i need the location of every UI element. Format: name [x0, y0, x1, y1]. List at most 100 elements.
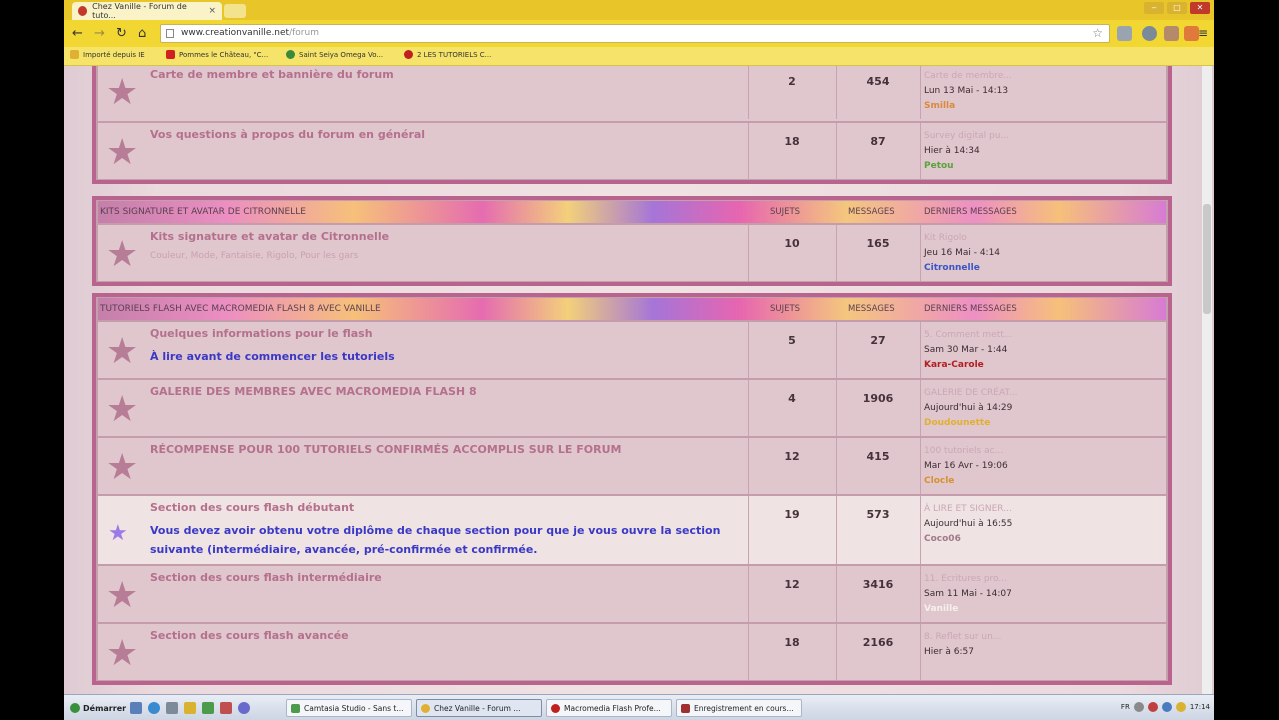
category-title[interactable]: KITS SIGNATURE ET AVATAR DE CITRONNELLE — [100, 207, 306, 217]
forum-row[interactable]: ★ Quelques informations pour le flash À … — [98, 320, 1166, 378]
last-post: Kit Rigolo Jeu 16 Mai - 4:14 Citronnelle — [924, 231, 1000, 276]
quick-launch-icon[interactable] — [238, 702, 250, 714]
close-icon[interactable]: × — [208, 6, 216, 16]
start-button[interactable]: Démarrer — [66, 699, 130, 717]
reload-icon[interactable]: ↻ — [116, 26, 127, 41]
last-post-title[interactable]: 100 tutoriels ac... — [924, 444, 1008, 459]
post-count: 454 — [866, 75, 890, 88]
new-tab-button[interactable] — [224, 4, 246, 18]
topic-count: 18 — [784, 135, 800, 148]
last-post: À LIRE ET SIGNER... Aujourd'hui à 16:55 … — [924, 502, 1012, 547]
forum-row[interactable]: ★ Galerie des membres avec Macromedia Fl… — [98, 378, 1166, 436]
quick-launch-icon[interactable] — [130, 702, 142, 714]
forum-title[interactable]: Quelques informations pour le flash — [150, 327, 373, 340]
taskbar-task[interactable]: Macromedia Flash Profe... — [546, 699, 672, 717]
last-post-title[interactable]: 11. Ecritures pro... — [924, 572, 1012, 587]
chrome-icon — [421, 703, 430, 713]
forum-category: ★ Carte de membre et bannière du forum 2… — [92, 66, 1172, 184]
forum-row[interactable]: ★ Section des cours flash intermédiaire … — [98, 564, 1166, 622]
last-post-user[interactable]: Smilla — [924, 99, 1012, 114]
window-close-icon[interactable]: ✕ — [1190, 2, 1210, 14]
forum-row[interactable]: ★ Carte de membre et bannière du forum 2… — [98, 66, 1166, 121]
last-post-user[interactable]: Citronnelle — [924, 261, 1000, 276]
last-post-user[interactable]: Vanille — [924, 602, 1012, 617]
tray-icon[interactable] — [1147, 702, 1158, 712]
address-bar[interactable]: www.creationvanille.net/forum ☆ — [160, 24, 1110, 43]
category-title[interactable]: TUTORIELS FLASH AVEC MACROMEDIA FLASH 8 … — [100, 304, 381, 314]
quick-launch-icon[interactable] — [166, 702, 178, 714]
extension-icon[interactable] — [1117, 26, 1132, 41]
last-post-date: Sam 11 Mai - 14:07 — [924, 589, 1012, 599]
column-last-posts: Derniers Messages — [924, 304, 1017, 314]
forward-icon[interactable]: → — [94, 26, 105, 41]
forum-title[interactable]: Section des cours flash intermédiaire — [150, 571, 382, 584]
bookmark-star-icon[interactable]: ☆ — [1092, 25, 1103, 42]
forum-star-icon: ★ — [106, 389, 139, 430]
subforum-links[interactable]: Couleur, Mode, Fantaisie, Rigolo, Pour l… — [150, 251, 358, 261]
taskbar-task[interactable]: Camtasia Studio - Sans t... — [286, 699, 412, 717]
last-post-user[interactable]: Coco06 — [924, 532, 1012, 547]
taskbar-task[interactable]: Chez Vanille - Forum ... — [416, 699, 542, 717]
maximize-icon[interactable]: □ — [1167, 2, 1187, 14]
browser-tab[interactable]: Chez Vanille - Forum de tuto... × — [72, 2, 222, 20]
scrollbar-thumb[interactable] — [1203, 204, 1211, 314]
page-scrollbar[interactable] — [1202, 66, 1212, 694]
last-post-title[interactable]: Survey digital pu... — [924, 129, 1009, 144]
last-post-title[interactable]: 8. Reflet sur un... — [924, 630, 1001, 645]
last-post-user[interactable]: Clocle — [924, 474, 1008, 489]
forum-star-icon: ★ — [106, 331, 139, 372]
extension-icon[interactable] — [1184, 26, 1199, 41]
forum-row[interactable]: ★ Kits signature et avatar de Citronnell… — [98, 223, 1166, 281]
forum-row[interactable]: ★ Section des cours flash avancée 18 216… — [98, 622, 1166, 680]
forum-page: ★ Carte de membre et bannière du forum 2… — [64, 66, 1214, 694]
column-last-posts: Derniers Messages — [924, 207, 1017, 217]
quick-launch-icon[interactable] — [202, 702, 214, 714]
extension-icon[interactable] — [1142, 26, 1157, 41]
forum-title[interactable]: Galerie des membres avec Macromedia Flas… — [150, 385, 477, 398]
browser-toolbar: ← → ↻ ⌂ www.creationvanille.net/forum ☆ … — [64, 20, 1214, 47]
last-post-user[interactable]: Doudounette — [924, 416, 1017, 431]
forum-title[interactable]: Vos questions à propos du forum en génér… — [150, 128, 425, 141]
tray-icon[interactable] — [1133, 702, 1144, 712]
taskbar-task[interactable]: Enregistrement en cours... — [676, 699, 802, 717]
screen: Chez Vanille - Forum de tuto... × ‒ □ ✕ … — [64, 0, 1214, 720]
forum-title[interactable]: Section des cours flash débutant — [150, 501, 354, 514]
post-count: 415 — [866, 450, 890, 463]
extension-icon[interactable] — [1164, 26, 1179, 41]
bookmark-item[interactable]: Saint Seiya Omega Vo... — [286, 50, 383, 59]
forum-row[interactable]: ★ Vos questions à propos du forum en gén… — [98, 121, 1166, 179]
last-post: 5. Comment mett... Sam 30 Mar - 1:44 Kar… — [924, 328, 1012, 373]
back-icon[interactable]: ← — [72, 26, 83, 41]
menu-icon[interactable]: ≡ — [1198, 26, 1208, 41]
last-post-user[interactable]: Kara-Carole — [924, 358, 1012, 373]
quick-launch-icon[interactable] — [184, 702, 196, 714]
minimize-icon[interactable]: ‒ — [1144, 2, 1164, 14]
bookmark-item[interactable]: 2 LES TUTORIELS C... — [404, 50, 491, 59]
window-controls: ‒ □ ✕ — [1144, 2, 1210, 14]
home-icon[interactable]: ⌂ — [138, 26, 146, 41]
last-post-title[interactable]: 5. Comment mett... — [924, 328, 1012, 343]
quick-launch-icon[interactable] — [148, 702, 160, 714]
bookmark-item[interactable]: Pommes le Château, "C... — [166, 50, 268, 59]
camtasia-icon — [291, 703, 300, 713]
last-post-title[interactable]: GALERIE DE CRÉAT... — [924, 386, 1017, 401]
forum-title[interactable]: Section des cours flash avancée — [150, 629, 349, 642]
tray-icon[interactable] — [1161, 702, 1172, 712]
forum-title[interactable]: Récompense pour 100 tutoriels confirmés … — [150, 443, 621, 456]
forum-row[interactable]: ★ Section des cours flash débutant Vous … — [98, 494, 1166, 564]
forum-title[interactable]: Kits signature et avatar de Citronnelle — [150, 230, 389, 243]
last-post-title[interactable]: Carte de membre... — [924, 69, 1012, 84]
tray-icon[interactable] — [1175, 702, 1186, 712]
quick-launch-icon[interactable] — [220, 702, 232, 714]
language-indicator[interactable]: FR — [1121, 703, 1130, 711]
last-post-user[interactable]: Petou — [924, 159, 1009, 174]
last-post: 11. Ecritures pro... Sam 11 Mai - 14:07 … — [924, 572, 1012, 617]
last-post-title[interactable]: À LIRE ET SIGNER... — [924, 502, 1012, 517]
bookmark-item[interactable]: Importé depuis IE — [70, 50, 145, 59]
forum-row[interactable]: ★ Récompense pour 100 tutoriels confirmé… — [98, 436, 1166, 494]
forum-category: TUTORIELS FLASH AVEC MACROMEDIA FLASH 8 … — [92, 293, 1172, 685]
last-post: 100 tutoriels ac... Mar 16 Avr - 19:06 C… — [924, 444, 1008, 489]
forum-title[interactable]: Carte de membre et bannière du forum — [150, 68, 394, 81]
last-post-date: Hier à 6:57 — [924, 647, 974, 657]
last-post-title[interactable]: Kit Rigolo — [924, 231, 1000, 246]
